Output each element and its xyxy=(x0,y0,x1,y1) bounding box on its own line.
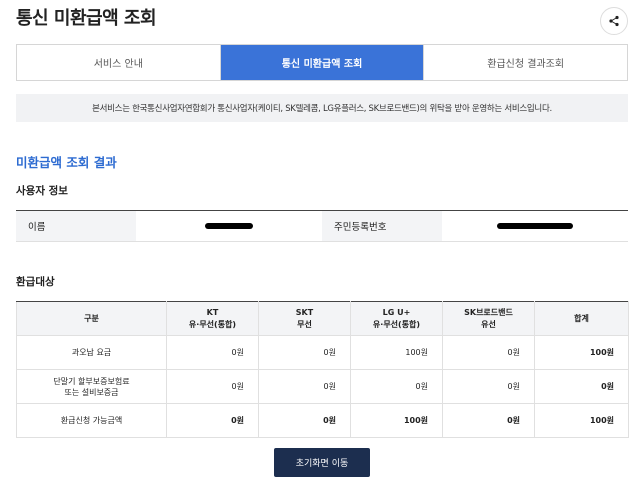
table-row: 환급신청 가능금액 0원 0원 100원 0원 100원 xyxy=(16,403,629,438)
table-cell: 0원 xyxy=(442,403,535,438)
row-label: 단말기 할부보증보험료 또는 설비보증금 xyxy=(16,369,167,404)
name-value xyxy=(136,211,322,241)
table-cell: 0원 xyxy=(258,403,351,438)
table-cell: 100원 xyxy=(350,403,443,438)
table-cell: 100원 xyxy=(350,335,443,370)
header: 통신 미환급액 조회 xyxy=(16,7,628,35)
go-home-button[interactable]: 초기화면 이동 xyxy=(274,448,370,477)
column-header: SK브로드밴드 유선 xyxy=(442,301,535,336)
table-header-row: 구분 KT 유·무선(통합) SKT 무선 LG U+ 유·무선(통합) SK브로드밴… xyxy=(16,301,629,336)
tab-service-guide[interactable]: 서비스 안내 xyxy=(17,45,220,80)
table-cell: 0원 xyxy=(166,335,259,370)
table-cell: 0원 xyxy=(166,369,259,404)
table-cell: 0원 xyxy=(258,335,351,370)
tab-refund-lookup[interactable]: 통신 미환급액 조회 xyxy=(219,45,424,80)
table-row: 과오납 요금 0원 0원 100원 0원 100원 xyxy=(16,335,629,370)
table-cell: 0원 xyxy=(258,369,351,404)
refund-table: 구분 KT 유·무선(통합) SKT 무선 LG U+ 유·무선(통합) SK브로드밴… xyxy=(16,301,629,438)
column-header: LG U+ 유·무선(통합) xyxy=(350,301,443,336)
table-cell: 0원 xyxy=(442,369,535,404)
id-value xyxy=(442,211,628,241)
table-cell: 0원 xyxy=(166,403,259,438)
table-cell: 0원 xyxy=(442,335,535,370)
table-cell-total: 100원 xyxy=(534,335,629,370)
row-label: 환급신청 가능금액 xyxy=(16,403,167,438)
tab-bar: 서비스 안내 통신 미환급액 조회 환급신청 결과조회 xyxy=(16,44,628,81)
masked-id xyxy=(497,223,573,229)
id-label: 주민등록번호 xyxy=(322,211,442,241)
row-label: 과오납 요금 xyxy=(16,335,167,370)
column-header: SKT 무선 xyxy=(258,301,351,336)
column-header: 합계 xyxy=(534,301,629,336)
column-header: 구분 xyxy=(16,301,167,336)
masked-name xyxy=(205,223,253,229)
column-header: KT 유·무선(통합) xyxy=(166,301,259,336)
table-row: 단말기 할부보증보험료 또는 설비보증금 0원 0원 0원 0원 0원 xyxy=(16,369,629,404)
table-cell-total: 0원 xyxy=(534,369,629,404)
user-info-title: 사용자 정보 xyxy=(16,185,68,197)
share-icon xyxy=(609,15,619,27)
share-button[interactable] xyxy=(600,7,628,35)
table-cell-total: 100원 xyxy=(534,403,629,438)
table-cell: 0원 xyxy=(350,369,443,404)
user-info-table: 이름 주민등록번호 xyxy=(16,210,628,242)
service-notice: 본서비스는 한국통신사업자연합회가 통신사업자(케이티, SK텔레콤, LG유플… xyxy=(16,94,628,122)
result-title: 미환급액 조회 결과 xyxy=(16,155,117,170)
name-label: 이름 xyxy=(16,211,136,241)
page-title: 통신 미환급액 조회 xyxy=(16,8,157,29)
refund-title: 환급대상 xyxy=(16,276,55,288)
tab-refund-result[interactable]: 환급신청 결과조회 xyxy=(423,45,628,80)
